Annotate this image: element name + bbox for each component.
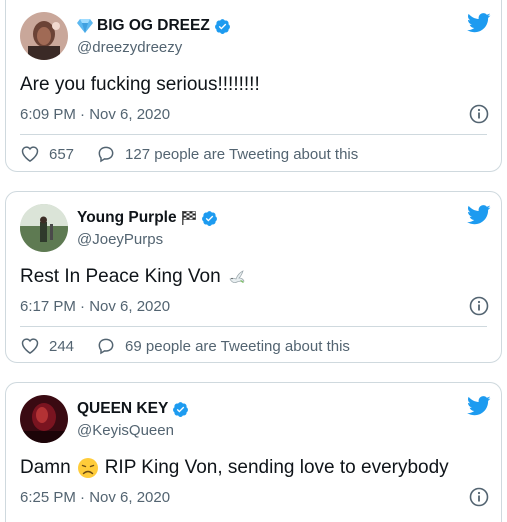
divider	[20, 134, 487, 135]
disappointed-face-icon	[77, 458, 98, 478]
discussion-link[interactable]: 69 people are Tweeting about this	[96, 336, 350, 356]
info-icon[interactable]	[469, 296, 489, 316]
avatar[interactable]	[20, 204, 68, 252]
diamond-icon	[77, 19, 93, 33]
like-button[interactable]: 657	[20, 144, 74, 164]
tweet-card-1[interactable]: BIG OG DREEZ @dreezydreezy Are you fucki…	[5, 0, 502, 172]
tweet-card-2[interactable]: Young Purple @JoeyPurps Rest In Peace Ki…	[5, 191, 502, 363]
like-button[interactable]: 244	[20, 336, 74, 356]
checkered-flag-icon	[181, 211, 196, 225]
heart-icon	[21, 338, 39, 354]
discussion-text: 127 people are Tweeting about this	[125, 145, 359, 163]
tweet-timestamp[interactable]: 6:09 PM · Nov 6, 2020	[20, 106, 170, 123]
display-name[interactable]: Young Purple	[77, 209, 177, 227]
info-icon[interactable]	[469, 487, 489, 507]
discussion-text: 69 people are Tweeting about this	[125, 337, 350, 355]
user-handle[interactable]: @dreezydreezy	[77, 39, 182, 56]
speech-bubble-icon	[98, 338, 114, 355]
divider	[20, 326, 487, 327]
speech-bubble-icon	[98, 146, 114, 163]
avatar[interactable]	[20, 395, 68, 443]
like-count: 244	[49, 337, 75, 355]
twitter-bird-icon[interactable]	[467, 205, 491, 225]
display-name[interactable]: QUEEN KEY	[77, 400, 168, 418]
heart-icon	[21, 146, 39, 162]
user-handle[interactable]: @JoeyPurps	[77, 231, 163, 248]
tweet-text: Rest In Peace King Von	[20, 266, 247, 288]
verified-badge-icon	[214, 18, 230, 34]
tweet-card-3[interactable]: QUEEN KEY @KeyisQueen Damn RIP King Von,…	[5, 382, 502, 522]
info-icon[interactable]	[469, 104, 489, 124]
avatar[interactable]	[20, 12, 68, 60]
tweet-text: Are you fucking serious!!!!!!!!	[20, 74, 260, 95]
discussion-link[interactable]: 127 people are Tweeting about this	[96, 144, 358, 164]
user-handle[interactable]: @KeyisQueen	[77, 422, 174, 439]
twitter-bird-icon[interactable]	[467, 396, 491, 416]
verified-badge-icon	[201, 210, 217, 226]
verified-badge-icon	[173, 401, 189, 417]
like-count: 657	[49, 145, 75, 163]
tweet-timestamp[interactable]: 6:17 PM · Nov 6, 2020	[20, 298, 170, 315]
display-name[interactable]: BIG OG DREEZ	[97, 17, 210, 35]
tweet-text: Damn RIP King Von, sending love to every…	[20, 457, 449, 478]
tweet-timestamp[interactable]: 6:25 PM · Nov 6, 2020	[20, 489, 170, 506]
twitter-bird-icon[interactable]	[467, 13, 491, 33]
dove-icon	[229, 270, 245, 283]
